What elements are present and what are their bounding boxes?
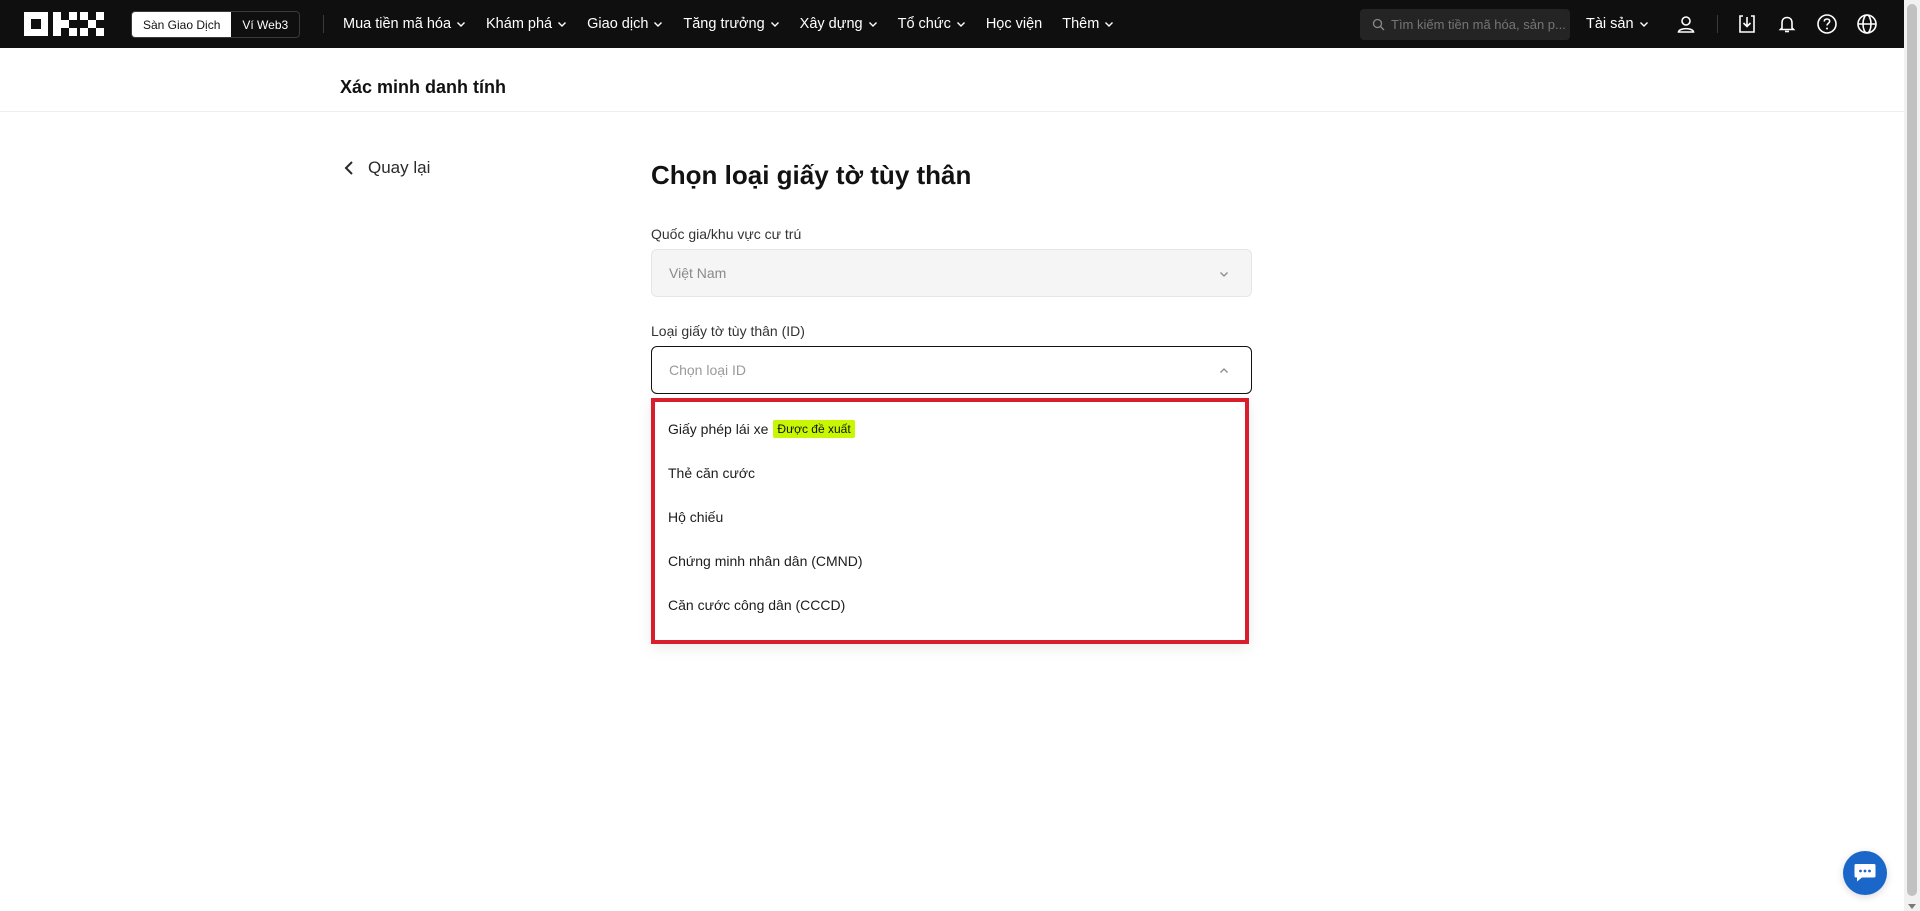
form-title: Chọn loại giấy tờ tùy thân [651,160,972,190]
option-label: Thẻ căn cước [668,465,756,481]
nav-item-label: Học viện [985,16,1043,32]
nav-divider [323,15,324,33]
nav-item-label: Khám phá [486,16,553,32]
scroll-down-arrow-icon[interactable] [1908,904,1916,909]
nav-build[interactable]: Xây dựng [800,0,886,48]
nav-trade[interactable]: Giao dịch [587,0,671,48]
search-input[interactable] [1391,17,1566,32]
option-label: Căn cước công dân (CCCD) [668,597,846,613]
main-nav-menu: Mua tiền mã hóa Khám phá Giao dịch Tăng … [343,0,1134,48]
chevron-up-icon [1220,368,1228,373]
chevron-down-icon [457,22,466,27]
mode-toggle: Sàn Giao Dịch Ví Web3 [131,11,301,38]
page-scrollbar[interactable] [1904,0,1920,911]
nav-item-label: Tổ chức [897,16,951,32]
search-icon [1372,18,1385,31]
country-select: Việt Nam [651,249,1252,297]
chevron-down-icon [1105,22,1114,27]
chevron-down-icon [654,22,663,27]
nav-item-label: Mua tiền mã hóa [343,16,452,32]
chevron-down-icon [1220,272,1228,277]
okx-logo[interactable] [24,12,104,36]
download-icon[interactable] [1735,12,1759,36]
nav-item-label: Giao dịch [587,16,649,32]
option-cmnd[interactable]: Chứng minh nhân dân (CMND) [668,549,863,573]
chevron-down-icon [1639,22,1648,27]
nav-divider [1717,15,1718,33]
nav-grow[interactable]: Tăng trưởng [683,0,787,48]
chevron-down-icon [956,22,965,27]
nav-academy[interactable]: Học viện [986,0,1050,48]
bell-icon[interactable] [1775,12,1799,36]
top-navbar: Sàn Giao Dịch Ví Web3 Mua tiền mã hóa Kh… [0,0,1904,48]
option-passport[interactable]: Hộ chiếu [668,505,723,529]
id-type-dropdown: Giấy phép lái xe Được đề xuất Thẻ căn cư… [651,398,1249,644]
option-id-card[interactable]: Thẻ căn cước [668,461,755,485]
chevron-left-icon [344,161,353,175]
exchange-mode-button[interactable]: Sàn Giao Dịch [132,12,232,37]
id-type-form: Chọn loại giấy tờ tùy thân Quốc gia/khu … [651,160,1252,394]
chevron-down-icon [770,22,779,27]
back-label: Quay lại [368,158,431,177]
id-type-select-placeholder: Chọn loại ID [669,362,747,378]
nav-item-label: Thêm [1062,16,1100,32]
country-field-label: Quốc gia/khu vực cư trú [651,226,802,242]
option-drivers-license[interactable]: Giấy phép lái xe Được đề xuất [668,417,855,441]
recommended-badge: Được đề xuất [773,420,855,438]
option-label: Chứng minh nhân dân (CMND) [668,553,863,569]
chat-support-button[interactable] [1843,851,1887,895]
chevron-down-icon [868,22,877,27]
country-select-value: Việt Nam [669,265,727,281]
option-cccd[interactable]: Căn cước công dân (CCCD) [668,593,845,617]
nav-item-label: Tăng trưởng [683,16,765,32]
option-label: Giấy phép lái xe [668,421,769,437]
user-icon[interactable] [1674,12,1698,36]
option-label: Hộ chiếu [668,509,724,525]
scrollbar-thumb[interactable] [1907,4,1917,896]
page-title: Xác minh danh tính [340,77,507,97]
nav-item-label: Xây dựng [799,16,863,32]
page-subheader: Xác minh danh tính [0,48,1904,112]
help-icon[interactable] [1815,12,1839,36]
nav-more[interactable]: Thêm [1062,0,1122,48]
web3-wallet-button[interactable]: Ví Web3 [231,12,299,37]
back-link[interactable]: Quay lại [344,158,430,178]
chat-icon [1854,864,1876,882]
globe-icon[interactable] [1855,12,1879,36]
id-type-select[interactable]: Chọn loại ID [651,346,1252,394]
search-box[interactable] [1360,9,1570,40]
nav-buy-crypto[interactable]: Mua tiền mã hóa [343,0,474,48]
nav-institutional[interactable]: Tổ chức [898,0,974,48]
assets-label: Tài sản [1586,16,1634,32]
assets-menu[interactable]: Tài sản [1586,0,1649,48]
chevron-down-icon [558,22,567,27]
nav-discover[interactable]: Khám phá [486,0,575,48]
id-type-field-label: Loại giấy tờ tùy thân (ID) [651,323,805,339]
